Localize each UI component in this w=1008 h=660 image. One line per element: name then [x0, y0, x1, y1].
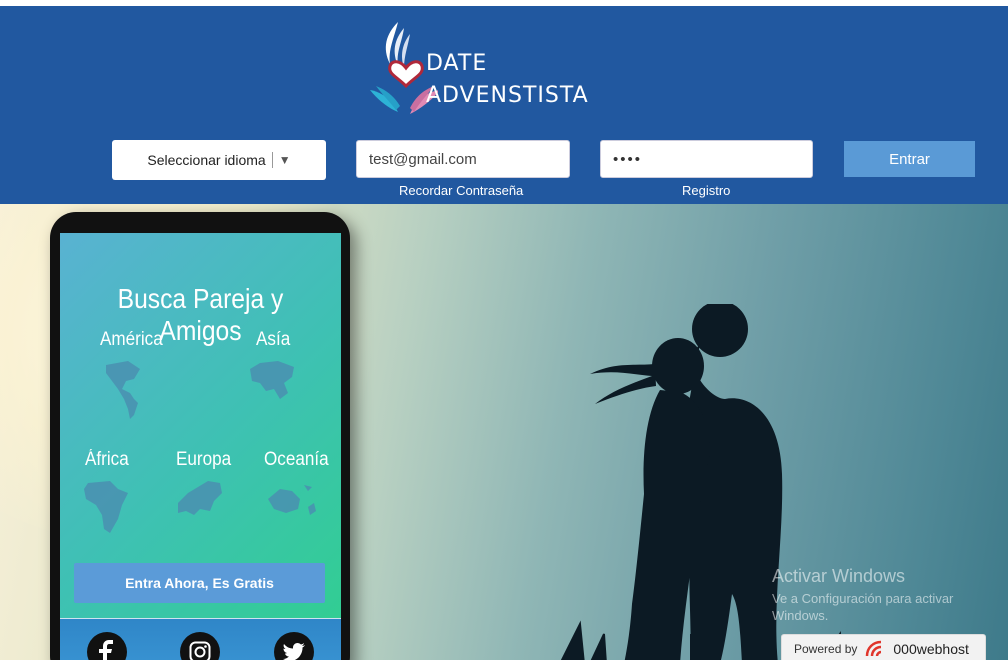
america-map-icon[interactable]	[104, 359, 156, 421]
asia-map-icon[interactable]	[248, 359, 296, 401]
region-label-europa[interactable]: Europa	[176, 449, 231, 471]
register-link[interactable]: Registro	[682, 183, 730, 198]
login-button[interactable]: Entrar	[844, 141, 975, 177]
email-field[interactable]: test@gmail.com	[356, 140, 570, 178]
signup-cta-button[interactable]: Entra Ahora, Es Gratis	[74, 563, 325, 603]
region-label-africa[interactable]: África	[85, 449, 129, 471]
region-label-america[interactable]: América	[100, 329, 163, 351]
dropdown-arrow-icon: ▼	[278, 153, 291, 167]
activate-windows-watermark: Activar Windows Ve a Configuración para …	[772, 566, 953, 623]
instagram-glyph-icon	[189, 641, 211, 660]
watermark-line-2: Ve a Configuración para activar	[772, 591, 954, 606]
social-bar	[60, 618, 341, 660]
powered-by-badge[interactable]: Powered by 000webhost	[781, 634, 986, 660]
powered-by-label: Powered by	[794, 642, 858, 656]
oceania-map-icon[interactable]	[264, 481, 318, 517]
instagram-icon[interactable]	[180, 632, 220, 660]
logo-line-2: ADVENSTISTA	[426, 83, 589, 108]
region-label-asia[interactable]: Asía	[256, 329, 290, 351]
select-divider	[271, 152, 273, 168]
language-select-value: Seleccionar idioma	[147, 152, 266, 168]
europe-map-icon[interactable]	[174, 479, 226, 519]
logo-line-1: DATE	[426, 51, 488, 76]
africa-map-icon[interactable]	[82, 479, 130, 535]
site-header: DATE ADVENSTISTA Seleccionar idioma ▼ te…	[0, 6, 1008, 204]
facebook-icon[interactable]	[87, 632, 127, 660]
region-label-oceania[interactable]: Oceanía	[264, 449, 329, 471]
watermark-line-1: Activar Windows	[772, 566, 906, 586]
phone-mockup: Busca Pareja y Amigos América Asía Áfric…	[50, 212, 350, 660]
phone-screen: Busca Pareja y Amigos América Asía Áfric…	[60, 233, 341, 660]
remember-password-link[interactable]: Recordar Contraseña	[399, 183, 523, 198]
webhost-logo-icon	[866, 640, 882, 657]
facebook-glyph-icon	[99, 640, 113, 660]
password-field[interactable]: ••••	[600, 140, 813, 178]
site-logo[interactable]: DATE ADVENSTISTA	[368, 20, 628, 120]
twitter-glyph-icon	[283, 643, 305, 660]
watermark-line-3: Windows.	[772, 608, 829, 623]
language-select[interactable]: Seleccionar idioma ▼	[112, 140, 326, 180]
powered-by-brand: 000webhost	[893, 641, 969, 657]
twitter-icon[interactable]	[274, 632, 314, 660]
hero-section: Busca Pareja y Amigos América Asía Áfric…	[0, 204, 1008, 660]
logo-text: DATE ADVENSTISTA	[426, 48, 589, 112]
